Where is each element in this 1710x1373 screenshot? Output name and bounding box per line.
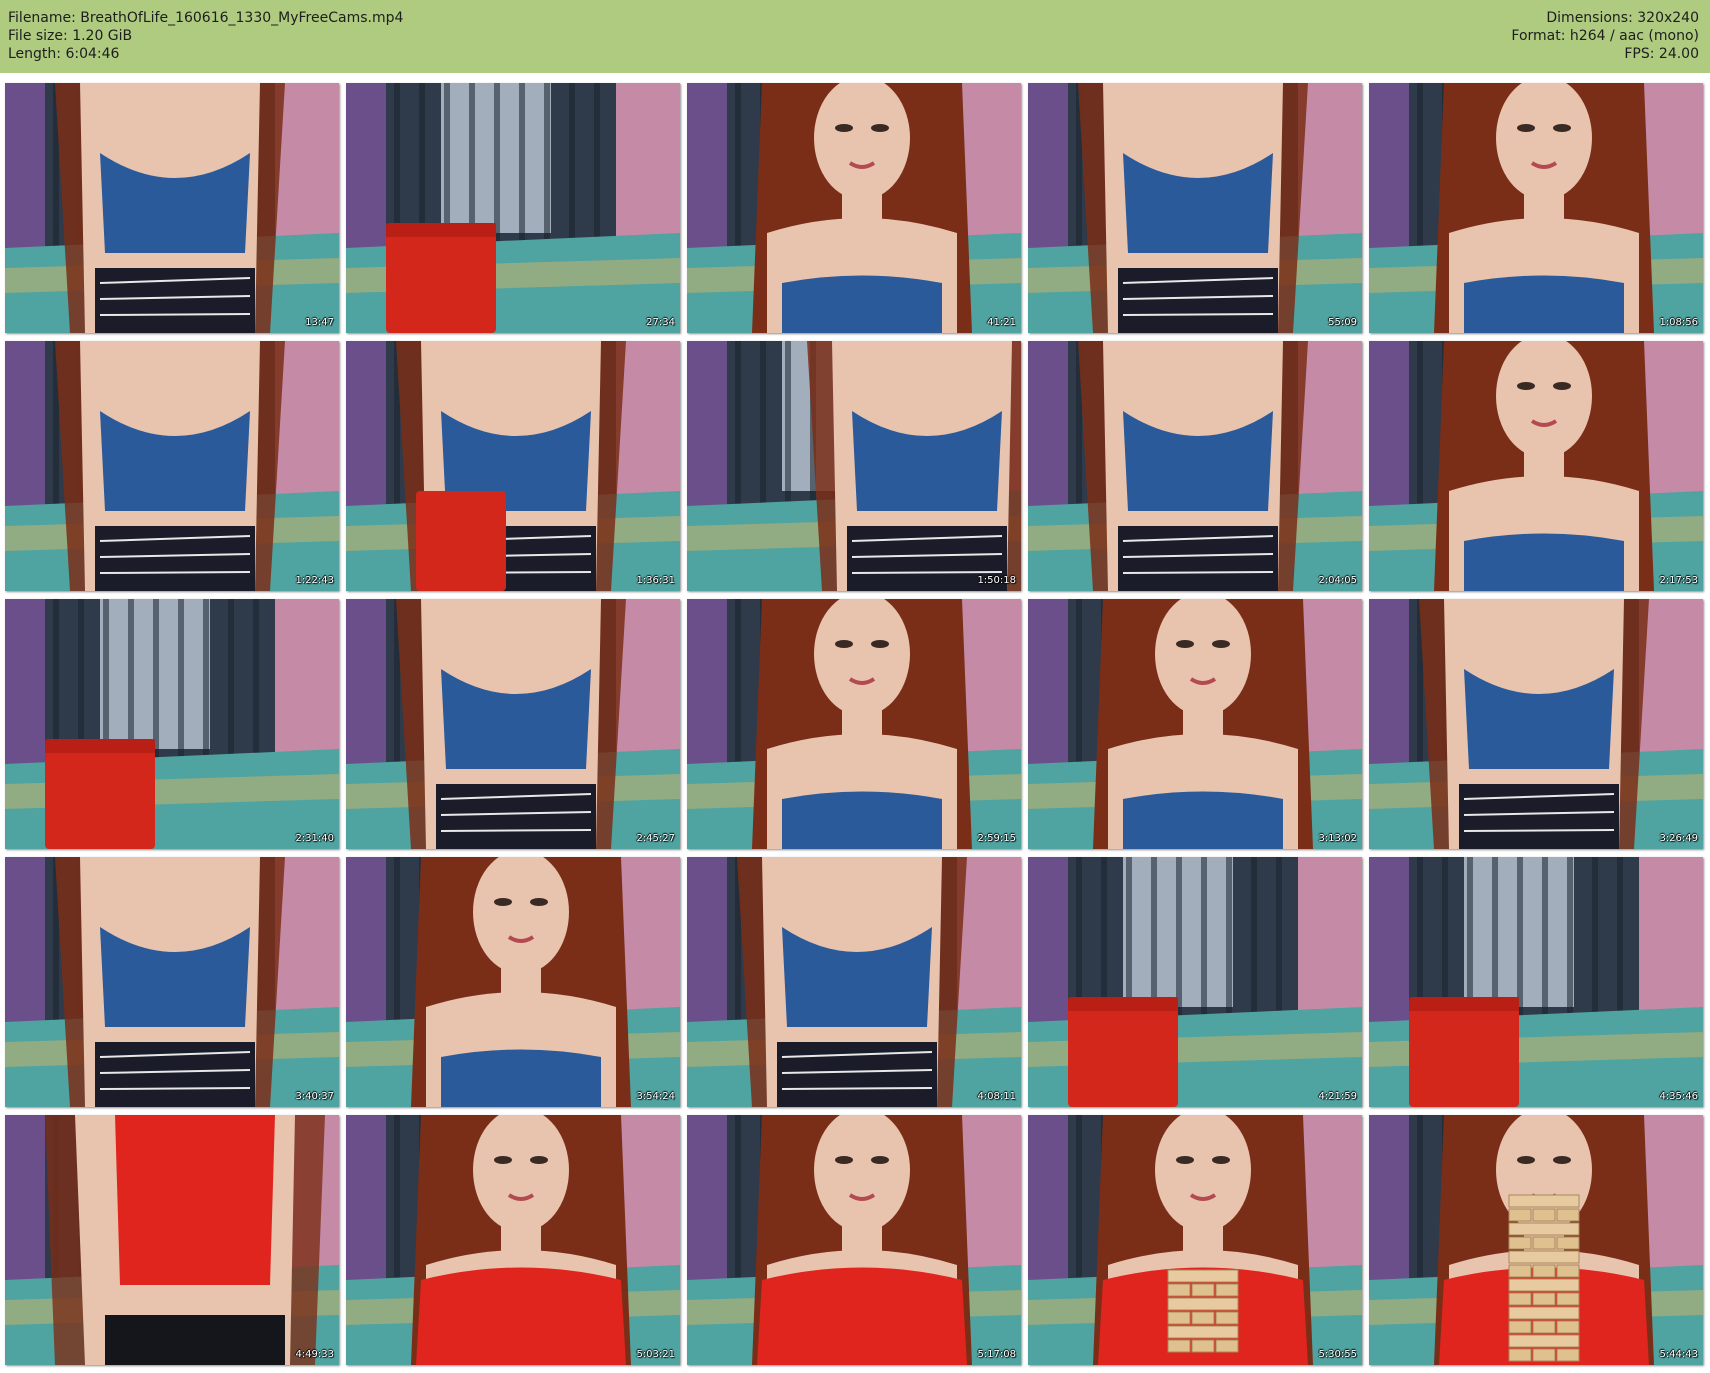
frame-timestamp: 2:31:40	[295, 833, 334, 844]
frame-timestamp: 4:35:46	[1659, 1091, 1698, 1102]
video-frame-thumbnail: 2:04:05	[1028, 341, 1362, 591]
filesize-text: File size: 1.20 GiB	[8, 28, 133, 44]
frame-image	[1028, 857, 1362, 1107]
video-frame-thumbnail: 3:26:49	[1369, 599, 1703, 849]
frame-image	[1028, 83, 1362, 333]
video-frame-thumbnail: 1:36:31	[346, 341, 680, 591]
video-frame-thumbnail: 3:13:02	[1028, 599, 1362, 849]
frame-image	[346, 341, 680, 591]
frame-image	[5, 341, 339, 591]
video-frame-thumbnail: 3:54:24	[346, 857, 680, 1107]
video-frame-thumbnail: 1:50:18	[687, 341, 1021, 591]
file-info-left: Filename: BreathOfLife_160616_1330_MyFre…	[8, 9, 403, 63]
frame-timestamp: 2:45:27	[636, 833, 675, 844]
video-frame-thumbnail: 3:40:37	[5, 857, 339, 1107]
frame-timestamp: 5:30:55	[1318, 1349, 1357, 1360]
video-frame-thumbnail: 1:08:56	[1369, 83, 1703, 333]
frame-image	[5, 599, 339, 849]
video-frame-thumbnail: 1:22:43	[5, 341, 339, 591]
frame-timestamp: 55:09	[1328, 317, 1357, 328]
frame-image	[687, 341, 1021, 591]
frame-timestamp: 3:13:02	[1318, 833, 1357, 844]
frame-image	[5, 857, 339, 1107]
thumbnail-grid: 13:47 27:34 41:21 55:09 1:08:56 1:22:43 1:36:3…	[5, 83, 1705, 1365]
video-frame-thumbnail: 5:30:55	[1028, 1115, 1362, 1365]
frame-timestamp: 41:21	[987, 317, 1016, 328]
frame-timestamp: 5:17:08	[977, 1349, 1016, 1360]
frame-image	[1369, 857, 1703, 1107]
video-frame-thumbnail: 55:09	[1028, 83, 1362, 333]
video-frame-thumbnail: 5:44:43	[1369, 1115, 1703, 1365]
frame-timestamp: 5:03:21	[636, 1349, 675, 1360]
video-frame-thumbnail: 4:35:46	[1369, 857, 1703, 1107]
frame-timestamp: 13:47	[305, 317, 334, 328]
frame-image	[687, 857, 1021, 1107]
video-frame-thumbnail: 41:21	[687, 83, 1021, 333]
video-frame-thumbnail: 5:17:08	[687, 1115, 1021, 1365]
frame-image	[346, 599, 680, 849]
frame-timestamp: 4:21:59	[1318, 1091, 1357, 1102]
frame-image	[1369, 1115, 1703, 1365]
fps-text: FPS: 24.00	[1624, 46, 1699, 62]
length-text: Length: 6:04:46	[8, 46, 120, 62]
frame-image	[1028, 1115, 1362, 1365]
frame-image	[346, 83, 680, 333]
frame-image	[5, 1115, 339, 1365]
frame-image	[1369, 83, 1703, 333]
frame-timestamp: 3:54:24	[636, 1091, 675, 1102]
frame-image	[1369, 341, 1703, 591]
frame-timestamp: 2:04:05	[1318, 575, 1357, 586]
frame-image	[687, 83, 1021, 333]
dimensions-text: Dimensions: 320x240	[1546, 10, 1699, 26]
video-frame-thumbnail: 13:47	[5, 83, 339, 333]
frame-image	[1028, 341, 1362, 591]
frame-timestamp: 3:26:49	[1659, 833, 1698, 844]
filename-text: Filename: BreathOfLife_160616_1330_MyFre…	[8, 10, 404, 26]
frame-image	[687, 599, 1021, 849]
frame-timestamp: 1:08:56	[1659, 317, 1698, 328]
info-header: Filename: BreathOfLife_160616_1330_MyFre…	[0, 0, 1710, 73]
frame-timestamp: 5:44:43	[1659, 1349, 1698, 1360]
video-frame-thumbnail: 2:45:27	[346, 599, 680, 849]
video-frame-thumbnail: 27:34	[346, 83, 680, 333]
frame-timestamp: 1:36:31	[636, 575, 675, 586]
frame-timestamp: 1:22:43	[295, 575, 334, 586]
video-frame-thumbnail: 2:59:15	[687, 599, 1021, 849]
file-info-right: Dimensions: 320x240 Format: h264 / aac (…	[1511, 9, 1699, 63]
video-frame-thumbnail: 4:21:59	[1028, 857, 1362, 1107]
video-frame-thumbnail: 2:17:53	[1369, 341, 1703, 591]
frame-timestamp: 27:34	[646, 317, 675, 328]
video-frame-thumbnail: 2:31:40	[5, 599, 339, 849]
frame-timestamp: 3:40:37	[295, 1091, 334, 1102]
video-frame-thumbnail: 5:03:21	[346, 1115, 680, 1365]
frame-timestamp: 4:08:11	[977, 1091, 1016, 1102]
frame-timestamp: 4:49:33	[295, 1349, 334, 1360]
frame-timestamp: 2:17:53	[1659, 575, 1698, 586]
frame-image	[346, 1115, 680, 1365]
frame-image	[1369, 599, 1703, 849]
frame-image	[687, 1115, 1021, 1365]
video-frame-thumbnail: 4:08:11	[687, 857, 1021, 1107]
frame-timestamp: 1:50:18	[977, 575, 1016, 586]
video-frame-thumbnail: 4:49:33	[5, 1115, 339, 1365]
frame-image	[5, 83, 339, 333]
frame-timestamp: 2:59:15	[977, 833, 1016, 844]
frame-image	[346, 857, 680, 1107]
frame-image	[1028, 599, 1362, 849]
format-text: Format: h264 / aac (mono)	[1511, 28, 1699, 44]
